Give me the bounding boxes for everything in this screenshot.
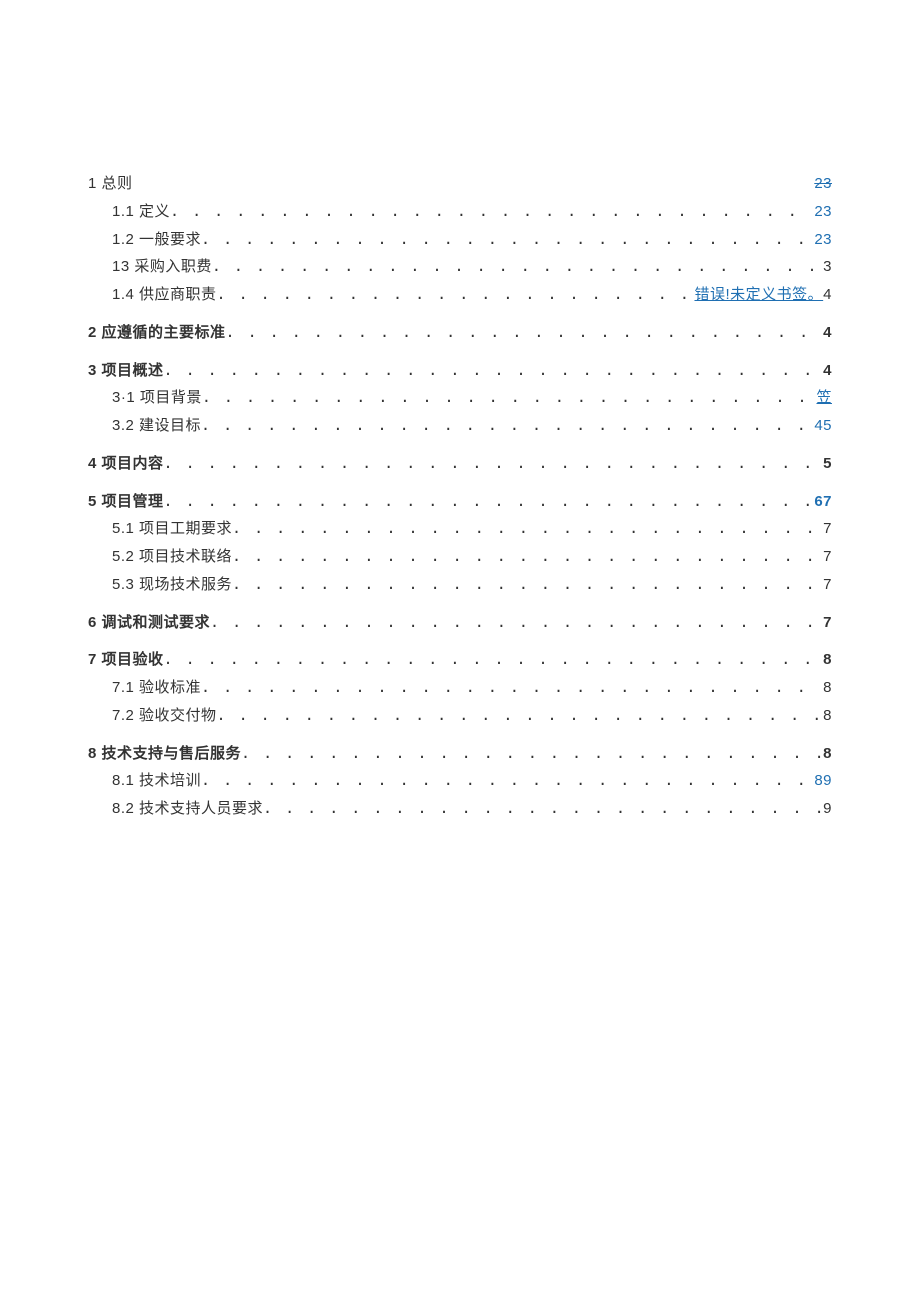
toc-entry-1[interactable]: 1 总则 23 [88,170,832,198]
toc-page: 8 [821,740,832,768]
toc-entry-2[interactable]: 2 应遵循的主要标准 4 [88,319,832,347]
toc-page: 67 [812,488,832,516]
toc-label: 7.2 验收交付物 [112,702,217,730]
toc-entry-7[interactable]: 7 项目验收 8 [88,646,832,674]
toc-entry-8[interactable]: 8 技术支持与售后服务 8 [88,740,832,768]
toc-entry-1-1[interactable]: 1.1 定义 23 [88,198,832,226]
toc-page: 9 [821,795,832,823]
toc-page: 笠 [814,384,832,412]
toc-leader [164,488,813,516]
toc-leader [170,198,812,226]
toc-entry-3-2[interactable]: 3.2 建设目标 45 [88,412,832,440]
toc-entry-8-1[interactable]: 8.1 技术培训 89 [88,767,832,795]
toc-entry-1-3[interactable]: 13 采购入职费 3 [88,253,832,281]
toc-page: 4 [821,357,832,385]
toc-entry-5-1[interactable]: 5.1 项目工期要求 7 [88,515,832,543]
toc-leader [201,412,812,440]
toc-leader [210,609,821,637]
toc-page: 8 [821,674,832,702]
toc-entry-7-2[interactable]: 7.2 验收交付物 8 [88,702,832,730]
toc-page: 8 [821,702,832,730]
toc-page: 89 [812,767,832,795]
toc-leader [201,674,821,702]
toc-leader [201,767,812,795]
toc-leader [201,226,812,254]
toc-label: 4 项目内容 [88,450,164,478]
toc-page: 45 [812,412,832,440]
toc-page: 3 [821,253,832,281]
toc-page: 7 [821,609,832,637]
toc-entry-5-3[interactable]: 5.3 现场技术服务 7 [88,571,832,599]
toc-label: 3 项目概述 [88,357,164,385]
toc-label: 3·1 项目背景 [112,384,202,412]
toc-label: 2 应遵循的主要标准 [88,319,226,347]
toc-label: 7.1 验收标准 [112,674,201,702]
toc-label: 5.3 现场技术服务 [112,571,232,599]
toc-label: 5 项目管理 [88,488,164,516]
toc-label: 8.2 技术支持人员要求 [112,795,263,823]
toc-page: 5 [821,450,832,478]
toc-page: 4 [821,319,832,347]
toc-label: 8 技术支持与售后服务 [88,740,241,768]
toc-label: 5.1 项目工期要求 [112,515,232,543]
toc-leader [232,515,821,543]
toc-label: 13 采购入职费 [112,253,212,281]
toc-entry-1-2[interactable]: 1.2 一般要求 23 [88,226,832,254]
toc-label: 7 项目验收 [88,646,164,674]
toc-page: 23 [812,226,832,254]
toc-entry-5[interactable]: 5 项目管理 67 [88,488,832,516]
toc-entry-1-4[interactable]: 1.4 供应商职责 错误!未定义书签。4 [88,281,832,309]
toc-label: 5.2 项目技术联络 [112,543,232,571]
toc-leader [217,281,693,309]
toc-label: 1.2 一般要求 [112,226,201,254]
toc-entry-5-2[interactable]: 5.2 项目技术联络 7 [88,543,832,571]
toc-leader [241,740,821,768]
toc-label: 8.1 技术培训 [112,767,201,795]
toc-page-error: 错误!未定义书签。4 [692,281,832,309]
toc-entry-6[interactable]: 6 调试和测试要求 7 [88,609,832,637]
toc-leader [212,253,821,281]
toc-label: 1 总则 [88,170,133,198]
toc-page: 23 [812,170,832,198]
toc-label: 6 调试和测试要求 [88,609,210,637]
toc-entry-7-1[interactable]: 7.1 验收标准 8 [88,674,832,702]
toc-leader [232,571,821,599]
toc-label: 3.2 建设目标 [112,412,201,440]
toc-leader [217,702,822,730]
bookmark-error-link[interactable]: 错误!未定义书签。 [694,286,823,303]
toc-leader [164,646,822,674]
toc-page-num: 4 [823,286,832,303]
toc-page: 8 [821,646,832,674]
toc-leader [164,450,822,478]
toc-leader [263,795,821,823]
toc-entry-3[interactable]: 3 项目概述 4 [88,357,832,385]
toc-container: 1 总则 23 1.1 定义 23 1.2 一般要求 23 13 采购入职费 3… [0,0,920,823]
toc-entry-8-2[interactable]: 8.2 技术支持人员要求 9 [88,795,832,823]
toc-label: 1.4 供应商职责 [112,281,217,309]
toc-entry-4[interactable]: 4 项目内容 5 [88,450,832,478]
toc-entry-3-1[interactable]: 3·1 项目背景 笠 [88,384,832,412]
toc-label: 1.1 定义 [112,198,170,226]
toc-leader [202,384,815,412]
toc-page: 7 [821,571,832,599]
toc-page: 7 [821,515,832,543]
toc-leader [232,543,821,571]
toc-page: 7 [821,543,832,571]
toc-page: 23 [812,198,832,226]
toc-leader [164,357,822,385]
toc-leader [226,319,822,347]
